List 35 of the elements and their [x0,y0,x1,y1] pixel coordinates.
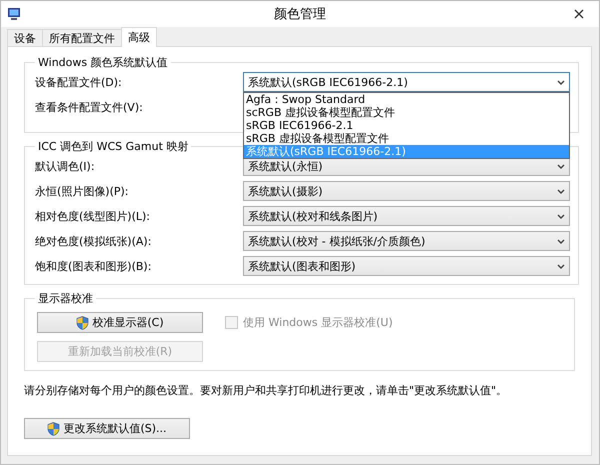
chevron-down-icon [557,188,565,194]
calibrate-button[interactable]: 校准显示器(C) [37,312,203,333]
chevron-down-icon [557,214,565,218]
field-label: 查看条件配置文件(V): [35,100,144,114]
shield-icon [76,316,90,330]
dropdown-option[interactable]: Agfa : Swop Standard [244,93,569,106]
field-label: 默认调色(I): [35,158,96,174]
group-title: Windows 颜色系统默认值 [37,55,169,70]
dropdown[interactable]: 系统默认(校对和线条图片) [243,206,570,226]
field-label: 设备配置文件(D): [35,74,123,90]
group-title: ICC 调色到 WCS Gamut 映射 [37,139,190,154]
dropdown-option[interactable]: sRGB IEC61966-2.1 [244,119,569,132]
note-text: 请分别存储对每个用户的颜色设置。要对新用户和共享打印机进行更改，请单击"更改系统默认值"。 [24,383,508,398]
field-label: 相对色度(线型图片)(L): [35,208,152,224]
chevron-down-icon [557,80,565,84]
chevron-down-icon [557,238,565,244]
field-label: 饱和度(图表和图形)(B): [35,258,152,274]
field-label: 永恒(照片图像)(P): [35,184,130,198]
dropdown[interactable]: 系统默认(校对 - 模拟纸张/介质颜色) [243,231,570,251]
dropdown[interactable]: 系统默认(摄影) [243,181,570,201]
tab[interactable]: 高级 [121,27,157,47]
window-title: 颜色管理 [273,6,327,23]
close-icon [574,9,584,19]
shield-icon [47,422,60,436]
dropdown-option[interactable]: sRGB 虚拟设备模型配置文件 [244,132,569,145]
field-label: 绝对色度(模拟纸张)(A): [35,234,152,248]
dropdown[interactable]: 系统默认(sRGB IEC61966-2.1) [243,72,570,92]
monitor-icon [7,7,21,21]
change-defaults-button[interactable]: 更改系统默认值(S)... [24,418,190,439]
chevron-down-icon [557,264,565,268]
dropdown-option[interactable]: scRGB 虚拟设备模型配置文件 [244,106,569,119]
tab[interactable]: 设备 [7,29,43,47]
chevron-down-icon [557,164,565,168]
group-title: 显示器校准 [37,291,94,306]
dropdown[interactable]: 系统默认(图表和图形) [243,256,570,276]
